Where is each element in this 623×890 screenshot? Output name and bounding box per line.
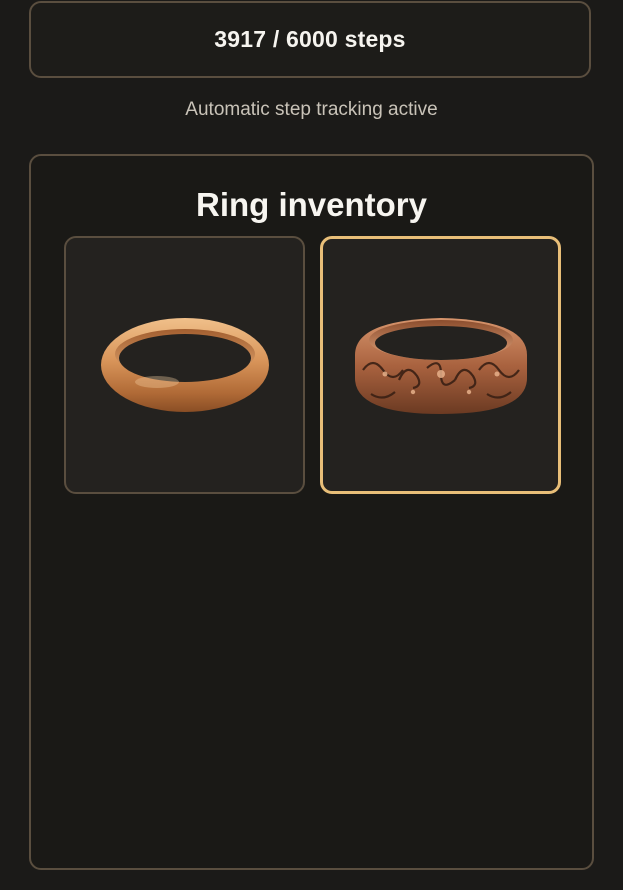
step-counter-text: 3917 / 6000 steps bbox=[214, 26, 406, 52]
ring-slot-plain-gold[interactable] bbox=[64, 236, 305, 494]
inventory-title: Ring inventory bbox=[195, 186, 428, 223]
ring-inventory-panel: Ring inventory bbox=[29, 154, 594, 870]
tracking-status-text: Automatic step tracking active bbox=[185, 99, 438, 120]
step-counter-card: 3917 / 6000 steps bbox=[29, 1, 591, 78]
plain-gold-band-icon bbox=[100, 318, 269, 412]
ring-slot-engraved-copper[interactable] bbox=[320, 236, 561, 494]
app-screen: 3917 / 6000 steps Automatic step trackin… bbox=[0, 0, 623, 890]
engraved-copper-band-icon bbox=[354, 318, 527, 414]
